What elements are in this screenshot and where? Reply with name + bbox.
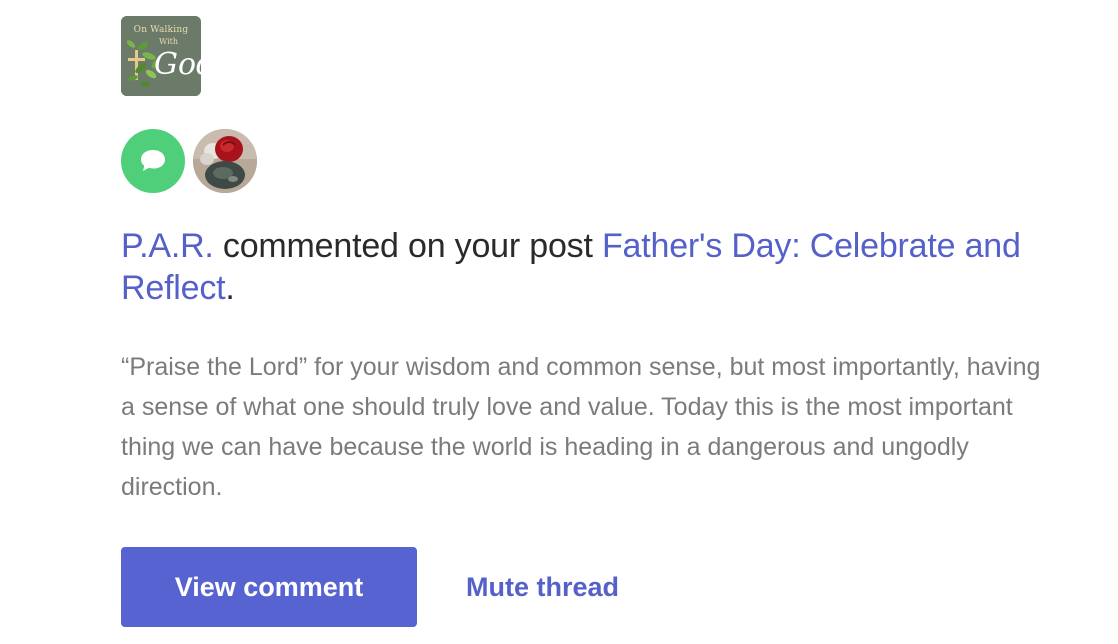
view-comment-button[interactable]: View comment <box>121 547 417 627</box>
site-logo[interactable]: On Walking With God <box>121 16 201 96</box>
notification-headline: P.A.R. commented on your post Father's D… <box>121 225 1081 309</box>
headline-action-text: commented on your post <box>213 227 602 265</box>
avatar-image <box>193 129 257 193</box>
logo-text-line2: With <box>159 37 179 46</box>
comment-bubble-icon <box>141 150 165 171</box>
mute-thread-link[interactable]: Mute thread <box>466 572 619 603</box>
notification-icons <box>121 129 1081 193</box>
comment-excerpt: “Praise the Lord” for your wisdom and co… <box>121 353 1041 501</box>
logo-text-line3: God <box>154 47 201 82</box>
notification-actions: View comment Mute thread <box>121 547 1081 627</box>
headline-trailing-period: . <box>225 269 235 307</box>
commenter-name-link[interactable]: P.A.R. <box>121 227 214 265</box>
notification-card: On Walking With God P.A.R. comme <box>121 16 1081 627</box>
comment-badge <box>121 129 185 193</box>
commenter-avatar[interactable] <box>193 129 257 193</box>
logo-text-line1: On Walking <box>133 25 189 35</box>
